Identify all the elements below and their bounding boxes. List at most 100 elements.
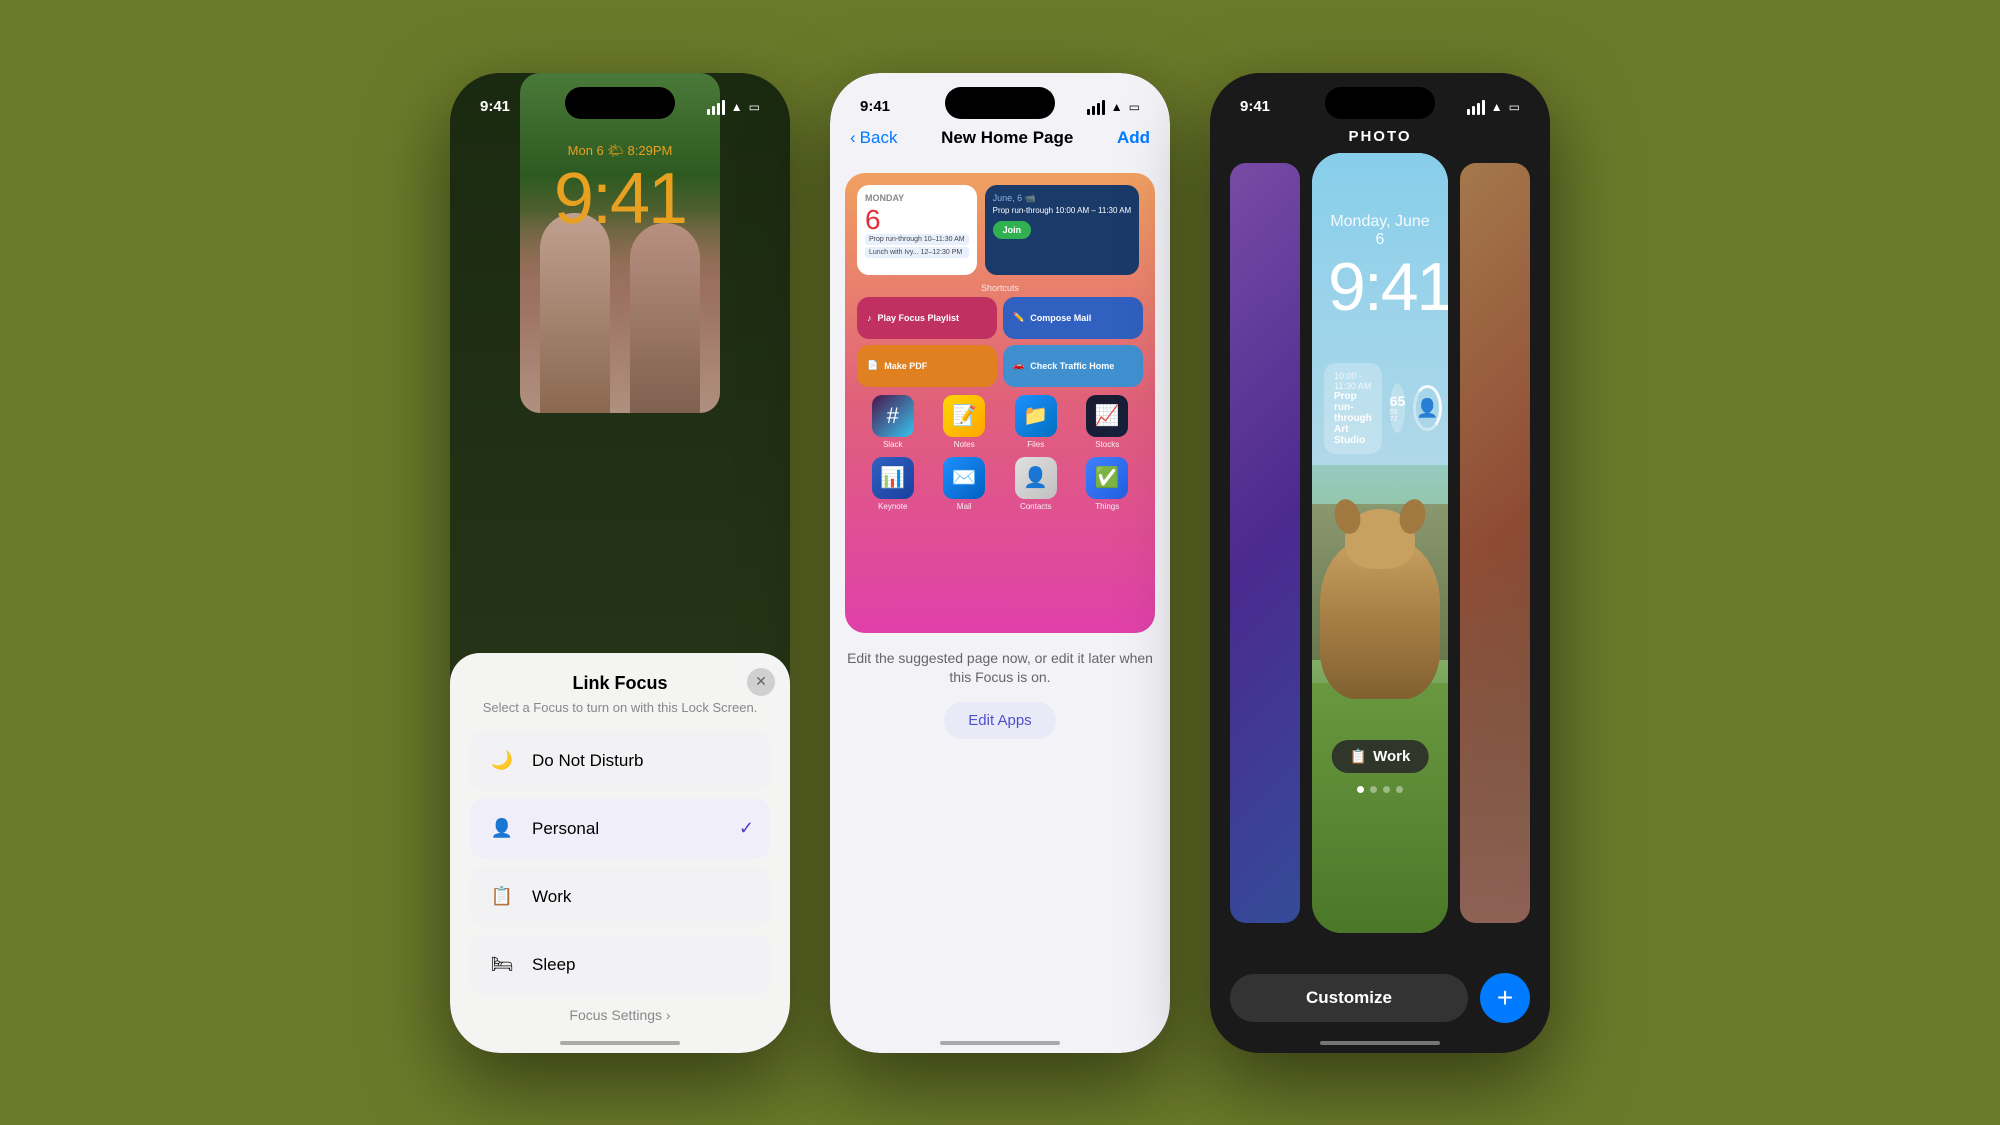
music-icon: ♪ [867, 313, 872, 323]
status-bar-3: 9:41 ▲ ▭ [1210, 73, 1550, 123]
shortcut-pdf[interactable]: 📄 Make PDF [857, 345, 997, 387]
files-icon: 📁 [1015, 395, 1057, 437]
home-page-preview: MONDAY 6 Prop run-through 10–11:30 AM Lu… [845, 173, 1155, 633]
focus-checkmark: ✓ [739, 818, 754, 839]
status-time-3: 9:41 [1240, 98, 1270, 115]
wifi-icon-3: ▲ [1491, 100, 1503, 114]
focus-label-sleep: Sleep [532, 955, 575, 975]
focus-option-do-not-disturb[interactable]: 🌙 Do Not Disturb [470, 731, 770, 791]
webex-widget: June, 6 📹 Prop run-through 10:00 AM – 11… [985, 185, 1140, 275]
customize-button[interactable]: Customize [1230, 974, 1468, 1022]
app-mail[interactable]: ✉️ Mail [943, 457, 985, 511]
focus-option-sleep[interactable]: 🛏 Sleep [470, 935, 770, 995]
status-bar: 9:41 ▲ ▭ [450, 73, 790, 123]
app-contacts-label: Contacts [1020, 502, 1052, 511]
app-notes[interactable]: 📝 Notes [943, 395, 985, 449]
add-button[interactable]: Add [1117, 128, 1150, 148]
signal-icon-2 [1087, 100, 1105, 115]
focus-label-work: Work [532, 887, 571, 907]
right-wallpaper-person [1460, 543, 1530, 923]
edit-suggestion-text: Edit the suggested page now, or edit it … [845, 649, 1155, 688]
apps-row-1: # Slack 📝 Notes 📁 Files [857, 395, 1143, 449]
work-badge-icon: 📋 [1350, 748, 1367, 765]
shortcut-mail[interactable]: ✏️ Compose Mail [1003, 297, 1143, 339]
wallpaper-dog-head [1345, 509, 1415, 569]
calendar-widget: MONDAY 6 Prop run-through 10–11:30 AM Lu… [857, 185, 977, 275]
app-notes-label: Notes [954, 440, 975, 449]
app-stocks[interactable]: 📈 Stocks [1086, 395, 1128, 449]
phone-3: 9:41 ▲ ▭ PHOTO [1210, 73, 1550, 1053]
wallpaper-grass [1312, 683, 1448, 933]
add-wallpaper-button[interactable]: + [1480, 973, 1530, 1023]
webex-join-button[interactable]: Join [993, 221, 1032, 239]
focus-icon-sleep: 🛏 [486, 949, 518, 981]
focus-option-work[interactable]: 📋 Work [470, 867, 770, 927]
person-icon: 👤 [1416, 398, 1438, 419]
app-things[interactable]: ✅ Things [1086, 457, 1128, 511]
shortcuts-section-label: Shortcuts [857, 283, 1143, 293]
modal-close-button[interactable]: ✕ [747, 668, 775, 696]
status-icons-2: ▲ ▭ [1087, 100, 1140, 115]
back-button[interactable]: ‹ Back [850, 128, 897, 148]
modal-subtitle: Select a Focus to turn on with this Lock… [470, 700, 770, 715]
navigation-bar: ‹ Back New Home Page Add [830, 128, 1170, 148]
home-indicator-3 [1320, 1041, 1440, 1045]
status-icons-3: ▲ ▭ [1467, 100, 1520, 115]
figure-left [540, 213, 610, 413]
app-keynote[interactable]: 📊 Keynote [872, 457, 914, 511]
pdf-icon: 📄 [867, 360, 878, 371]
back-chevron-icon: ‹ [850, 128, 856, 148]
focus-icon-moon: 🌙 [486, 745, 518, 777]
temperature-widget: 65 55 72 [1390, 383, 1406, 433]
shortcut-music[interactable]: ♪ Play Focus Playlist [857, 297, 997, 339]
focus-settings-link[interactable]: Focus Settings › [470, 1007, 770, 1023]
home-indicator [560, 1041, 680, 1045]
wallpaper-option-left[interactable] [1230, 163, 1300, 923]
bottom-actions: Customize + [1210, 973, 1550, 1023]
app-files[interactable]: 📁 Files [1015, 395, 1057, 449]
dot-1 [1357, 786, 1364, 793]
signal-icon [707, 100, 725, 115]
app-contacts[interactable]: 👤 Contacts [1015, 457, 1057, 511]
dot-3 [1383, 786, 1390, 793]
calendar-event-1: Prop run-through 10–11:30 AM [865, 234, 969, 245]
phone-2: 9:41 ▲ ▭ ‹ Back New Home Page Add [830, 73, 1170, 1053]
calendar-event-2: Lunch with Ivy... 12–12:30 PM [865, 247, 969, 258]
app-slack[interactable]: # Slack [872, 395, 914, 449]
app-files-label: Files [1027, 440, 1044, 449]
wallpaper-option-right[interactable] [1460, 163, 1530, 923]
slack-icon: # [872, 395, 914, 437]
link-focus-modal: ✕ Link Focus Select a Focus to turn on w… [450, 653, 790, 1053]
wifi-icon-2: ▲ [1111, 100, 1123, 114]
home-indicator-2 [940, 1041, 1060, 1045]
photo-section-label: PHOTO [1210, 128, 1550, 145]
focus-option-personal[interactable]: 👤 Personal ✓ [470, 799, 770, 859]
battery-icon-3: ▭ [1509, 100, 1520, 114]
things-icon: ✅ [1086, 457, 1128, 499]
stocks-icon: 📈 [1086, 395, 1128, 437]
app-mail-label: Mail [957, 502, 972, 511]
app-keynote-label: Keynote [878, 502, 907, 511]
status-bar-2: 9:41 ▲ ▭ [830, 73, 1170, 123]
mail-icon: ✉️ [943, 457, 985, 499]
shortcut-traffic[interactable]: 🚗 Check Traffic Home [1003, 345, 1143, 387]
calendar-title: MONDAY [865, 193, 969, 203]
dot-4 [1396, 786, 1403, 793]
wallpaper-main: Monday, June 6 9:41 10:00 - 11:30 AM Pro… [1312, 153, 1448, 933]
webex-date: June, 6 📹 [993, 193, 1132, 204]
page-title: New Home Page [941, 128, 1073, 148]
lockscreen-clock: 9:41 [450, 163, 790, 235]
webex-event: Prop run-through 10:00 AM – 11:30 AM [993, 206, 1132, 215]
app-stocks-label: Stocks [1095, 440, 1119, 449]
wifi-icon: ▲ [731, 100, 743, 114]
edit-apps-button[interactable]: Edit Apps [944, 702, 1055, 739]
work-badge-label: Work [1373, 748, 1410, 765]
lockscreen-date: Mon 6 🌤 8:29PM [450, 143, 790, 159]
lockscreen: Mon 6 🌤 8:29PM 9:41 [450, 73, 790, 612]
wallpaper-date: Monday, June 6 [1328, 213, 1432, 249]
status-time: 9:41 [480, 98, 510, 115]
calendar-date: 6 [865, 206, 969, 234]
status-time-2: 9:41 [860, 98, 890, 115]
status-icons: ▲ ▭ [707, 100, 760, 115]
wallpaper-time: 9:41 [1328, 253, 1432, 321]
